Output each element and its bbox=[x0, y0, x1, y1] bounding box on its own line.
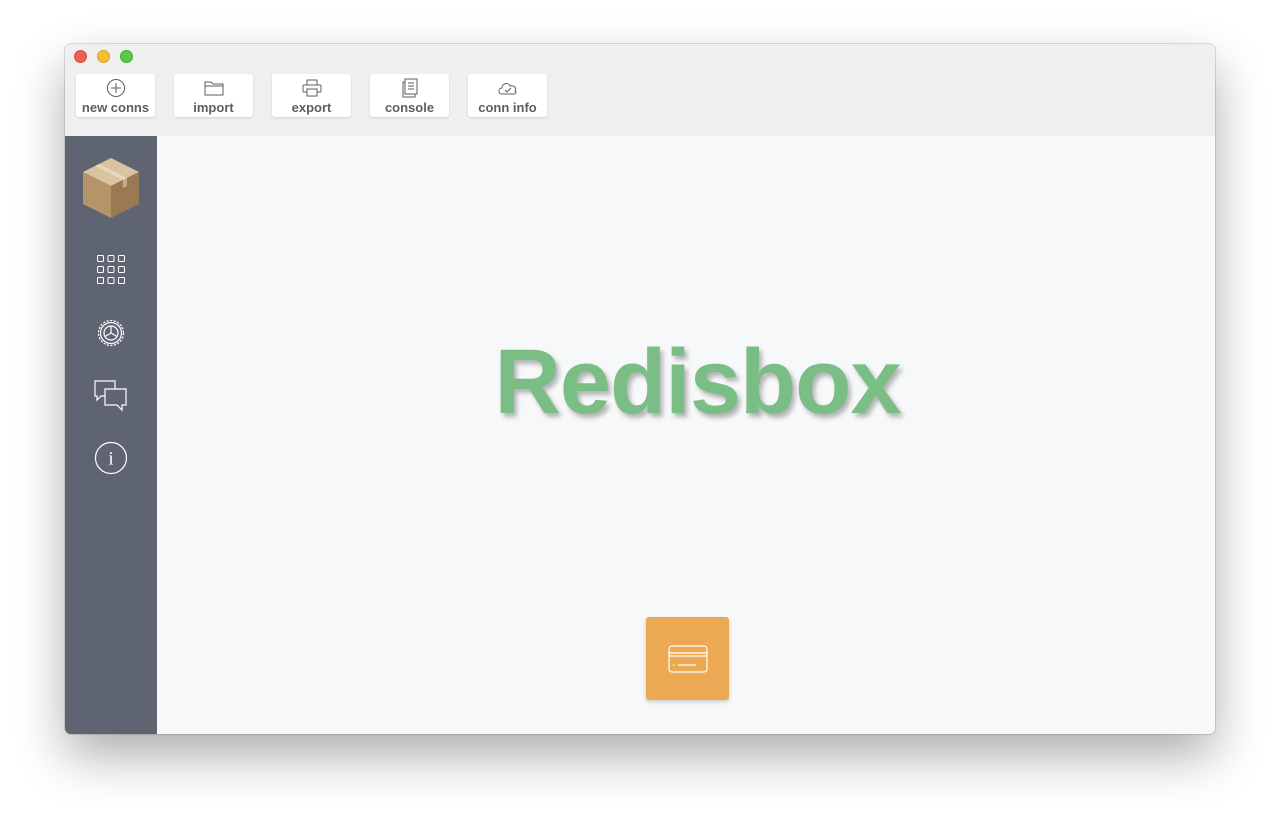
plus-circle-icon bbox=[106, 79, 125, 97]
chat-bubbles-icon bbox=[94, 380, 127, 412]
title-bar: new conns import export console conn inf… bbox=[65, 44, 1215, 136]
info-icon: i bbox=[94, 441, 128, 475]
sidebar-item-settings[interactable] bbox=[65, 316, 157, 350]
card-icon bbox=[667, 644, 708, 673]
conn-info-button[interactable]: conn info bbox=[468, 74, 547, 117]
sidebar-item-chat[interactable] bbox=[65, 376, 157, 416]
export-label: export bbox=[291, 100, 332, 115]
sidebar-item-info[interactable]: i bbox=[65, 440, 157, 476]
console-button[interactable]: console bbox=[370, 74, 449, 117]
new-conns-button[interactable]: new conns bbox=[76, 74, 155, 117]
document-icon bbox=[402, 78, 417, 98]
console-label: console bbox=[384, 100, 435, 115]
cloud-check-icon bbox=[498, 83, 517, 95]
export-button[interactable]: export bbox=[272, 74, 351, 117]
app-title: Redisbox bbox=[494, 331, 901, 433]
import-button[interactable]: import bbox=[174, 74, 253, 117]
conn-info-label: conn info bbox=[478, 100, 537, 115]
sidebar: i bbox=[65, 136, 157, 734]
sidebar-item-grid[interactable] bbox=[65, 253, 157, 287]
connection-card-button[interactable] bbox=[646, 617, 729, 700]
grid-icon bbox=[97, 255, 125, 284]
gear-icon bbox=[97, 319, 125, 347]
main-content: Redisbox bbox=[157, 136, 1215, 734]
printer-icon bbox=[302, 79, 321, 97]
app-window: new conns import export console conn inf… bbox=[65, 44, 1215, 734]
new-conns-label: new conns bbox=[81, 100, 150, 115]
minimize-window-button[interactable] bbox=[97, 50, 110, 63]
maximize-window-button[interactable] bbox=[120, 50, 133, 63]
box-logo-icon bbox=[65, 154, 157, 222]
svg-text:i: i bbox=[108, 449, 113, 470]
folder-icon bbox=[204, 81, 223, 96]
import-label: import bbox=[193, 100, 234, 115]
close-window-button[interactable] bbox=[74, 50, 87, 63]
toolbar: new conns import export console conn inf… bbox=[76, 74, 547, 117]
